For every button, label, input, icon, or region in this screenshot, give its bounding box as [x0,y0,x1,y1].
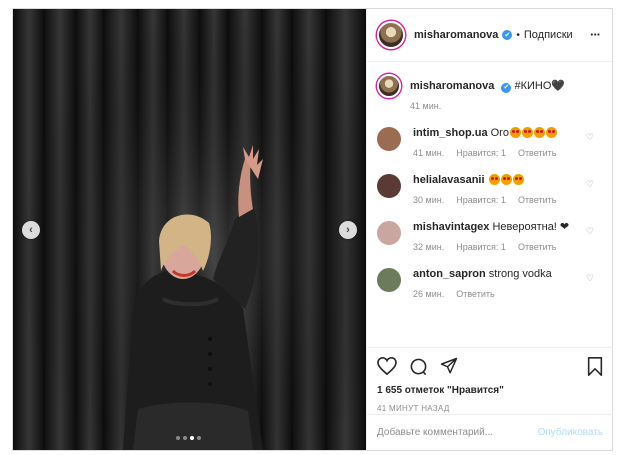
posted-time[interactable]: 41 МИНУТ НАЗАД [377,404,603,413]
following-button[interactable]: Подписки [524,29,573,41]
like-comment-heart-icon[interactable]: ♡ [586,132,594,143]
post-photo[interactable]: ‹ › [13,9,366,450]
comment-text: Оrо [490,127,509,139]
post-caption: misharomanova ✔ #КИНО🖤 41 мин. [377,74,602,111]
comments-list: misharomanova ✔ #КИНО🖤 41 мин. intim_sho… [367,62,612,346]
comment-text: strong vodka [488,268,552,280]
reply-button[interactable]: Ответить [456,289,494,299]
comment-username[interactable]: anton_sapron [413,268,486,280]
commenter-avatar[interactable] [377,127,401,151]
comment-row: helialavasanii 30 мин. Нравится: 1 Ответ… [377,172,602,205]
verified-badge-icon: ✔ [501,83,512,93]
heart-eyes-emoji-icon [545,127,557,138]
heart-eyes-emoji-icon [500,174,512,185]
post-comment-button[interactable]: Опубликовать [538,427,603,438]
heart-eyes-emoji-icon [488,174,500,185]
comment-username[interactable]: helialavasanii [413,174,485,186]
more-options-icon[interactable]: ··· [590,27,601,42]
like-comment-heart-icon[interactable]: ♡ [586,179,594,190]
carousel-dot-active [190,436,194,440]
add-comment-input[interactable]: Добавьте комментарий... [377,427,493,438]
author-username[interactable]: misharomanova [414,29,498,41]
heart-eyes-emoji-icon [512,174,524,185]
like-comment-heart-icon[interactable]: ♡ [586,226,594,237]
caption-time[interactable]: 41 мин. [410,101,441,111]
comment-row: mishavintagex Невероятна! ❤ 32 мин. Нрав… [377,219,602,252]
comment-text: Невероятна! ❤ [492,221,570,233]
carousel-dot [176,436,180,440]
heart-eyes-emoji-icon [509,127,521,138]
carousel-dot [197,436,201,440]
comment-row: anton_sapron strong vodka 26 мин. Ответи… [377,266,602,299]
author-avatar[interactable] [377,21,405,49]
carousel-dot [183,436,187,440]
add-comment-bar: Добавьте комментарий... Опубликовать [367,414,613,450]
like-heart-icon[interactable] [377,357,397,375]
save-bookmark-icon[interactable] [587,356,603,376]
post-actions: 1 655 отметок "Нравится" 41 МИНУТ НАЗАД [367,347,613,413]
caption-text: #КИНО🖤 [514,80,566,92]
caption-avatar[interactable] [377,74,401,98]
heart-eyes-emoji-icon [533,127,545,138]
separator-dot: • [516,29,520,41]
verified-badge-icon: ✔ [502,30,513,40]
like-comment-heart-icon[interactable]: ♡ [586,273,594,284]
commenter-avatar[interactable] [377,174,401,198]
comment-username[interactable]: mishavintagex [413,221,489,233]
caption-username[interactable]: misharomanova [410,80,494,92]
heart-eyes-emoji-icon [521,127,533,138]
stage-photo-image [13,9,366,450]
reply-button[interactable]: Ответить [518,195,556,205]
comment-time[interactable]: 30 мин. [413,195,444,205]
commenter-avatar[interactable] [377,221,401,245]
comment-bubble-icon[interactable] [409,357,428,376]
post-sidebar: misharomanova ✔ • Подписки ··· misharoma… [366,9,613,450]
comment-time[interactable]: 32 мин. [413,242,444,252]
carousel-next-button[interactable]: › [339,221,357,239]
post-header: misharomanova ✔ • Подписки ··· [367,9,612,62]
reply-button[interactable]: Ответить [518,242,556,252]
reply-button[interactable]: Ответить [518,148,556,158]
post-dialog: ‹ › misharomanova ✔ • Подписки ··· misha… [12,8,613,451]
comment-likes[interactable]: Нравится: 1 [456,148,506,158]
comment-likes[interactable]: Нравится: 1 [456,242,506,252]
carousel-prev-button[interactable]: ‹ [22,221,40,239]
comment-row: intim_shop.ua Оrо 41 мин. Нравится: 1 От… [377,125,602,158]
share-paper-plane-icon[interactable] [440,357,458,375]
comment-likes[interactable]: Нравится: 1 [456,195,506,205]
comment-time[interactable]: 41 мин. [413,148,444,158]
carousel-indicator [176,436,201,440]
commenter-avatar[interactable] [377,268,401,292]
comment-time[interactable]: 26 мин. [413,289,444,299]
comment-username[interactable]: intim_shop.ua [413,127,488,139]
likes-count[interactable]: 1 655 отметок "Нравится" [377,385,603,396]
